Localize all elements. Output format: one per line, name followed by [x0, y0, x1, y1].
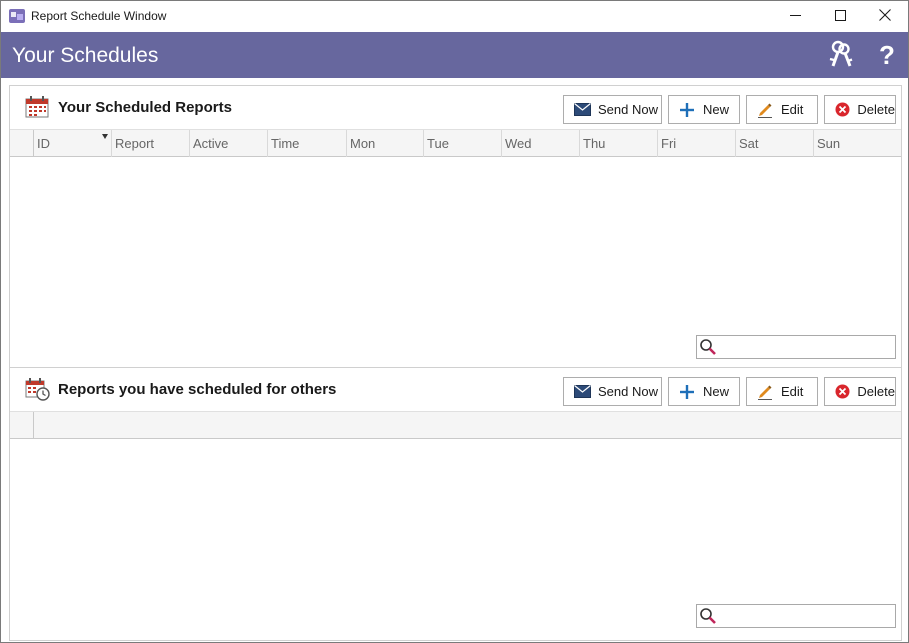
search-icon [699, 338, 717, 356]
column-label: Active [193, 136, 229, 151]
column-header-id[interactable]: ID [34, 130, 112, 157]
search-box [696, 604, 896, 628]
delete-icon [834, 101, 850, 119]
new-label: New [703, 102, 730, 117]
column-header-fri[interactable]: Fri [658, 130, 736, 157]
edit-label: Edit [781, 102, 804, 117]
search-input[interactable] [719, 606, 893, 626]
close-icon [879, 9, 891, 24]
help-icon: ? [879, 39, 895, 70]
pencil-icon [756, 383, 774, 401]
panel-header: Your Scheduled Reports Send Now New Edit [10, 86, 901, 129]
pencil-icon [756, 101, 774, 119]
plus-icon [678, 383, 696, 401]
column-header-sun[interactable]: Sun [814, 130, 901, 157]
title-bar[interactable]: Report Schedule Window [1, 1, 908, 32]
panel-title: Your Scheduled Reports [58, 99, 232, 116]
send-now-button[interactable]: Send Now [563, 95, 662, 124]
column-label: Sat [739, 136, 759, 151]
column-label: Sun [817, 136, 841, 151]
maximize-button[interactable] [817, 1, 863, 32]
new-button[interactable]: New [668, 95, 740, 124]
column-header-time[interactable]: Time [268, 130, 347, 157]
keys-button[interactable] [827, 40, 855, 70]
search-input[interactable] [719, 337, 893, 357]
column-header-wed[interactable]: Wed [502, 130, 580, 157]
grid-header: ID Report Active Time Mon Tue Wed Thu Fr… [10, 129, 901, 157]
edit-label: Edit [781, 384, 804, 399]
window-title: Report Schedule Window [31, 9, 167, 23]
row-indicator-header [10, 130, 34, 157]
close-button[interactable] [862, 1, 908, 32]
column-label: Fri [661, 136, 677, 151]
column-header-active[interactable]: Active [190, 130, 268, 157]
column-label: Mon [350, 136, 376, 151]
column-label: Report [115, 136, 155, 151]
send-now-label: Send Now [598, 102, 658, 117]
maximize-icon [834, 9, 846, 24]
help-button[interactable]: ? [873, 40, 901, 70]
page-title: Your Schedules [12, 44, 159, 67]
column-header-report[interactable]: Report [112, 130, 190, 157]
calendar-icon [24, 95, 50, 119]
column-label: Wed [505, 136, 532, 151]
envelope-icon [573, 383, 591, 401]
search-box [696, 335, 896, 359]
scheduled-reports-panel: Your Scheduled Reports Send Now New Edit [9, 85, 902, 368]
search-icon [699, 607, 717, 625]
column-header-thu[interactable]: Thu [580, 130, 658, 157]
send-now-button[interactable]: Send Now [563, 377, 662, 406]
sort-arrow-icon [102, 134, 108, 139]
scheduled-for-others-panel: Reports you have scheduled for others Se… [9, 367, 902, 641]
panel-title: Reports you have scheduled for others [58, 381, 337, 398]
new-button[interactable]: New [668, 377, 740, 406]
app-logo-icon [9, 8, 25, 24]
minimize-button[interactable] [772, 1, 818, 32]
delete-button[interactable]: Delete [824, 377, 896, 406]
delete-label: Delete [857, 102, 895, 117]
column-label: Time [271, 136, 300, 151]
delete-icon [834, 383, 850, 401]
minimize-icon [789, 9, 801, 24]
column-header-mon[interactable]: Mon [347, 130, 424, 157]
edit-button[interactable]: Edit [746, 95, 818, 124]
column-label: Tue [427, 136, 449, 151]
grid-header [10, 411, 901, 439]
row-indicator-header [10, 412, 34, 439]
plus-icon [678, 101, 696, 119]
column-header-tue[interactable]: Tue [424, 130, 502, 157]
calendar-clock-icon [24, 377, 50, 401]
delete-button[interactable]: Delete [824, 95, 896, 124]
page-header: Your Schedules ? [1, 32, 908, 78]
delete-label: Delete [857, 384, 895, 399]
send-now-label: Send Now [598, 384, 658, 399]
column-label: ID [37, 136, 50, 151]
report-schedule-window: Report Schedule Window Your Schedules ? … [0, 0, 909, 643]
column-label: Thu [583, 136, 606, 151]
edit-button[interactable]: Edit [746, 377, 818, 406]
new-label: New [703, 384, 730, 399]
keys-icon [829, 40, 853, 71]
envelope-icon [573, 101, 591, 119]
column-header-sat[interactable]: Sat [736, 130, 814, 157]
panel-header: Reports you have scheduled for others Se… [10, 368, 901, 411]
